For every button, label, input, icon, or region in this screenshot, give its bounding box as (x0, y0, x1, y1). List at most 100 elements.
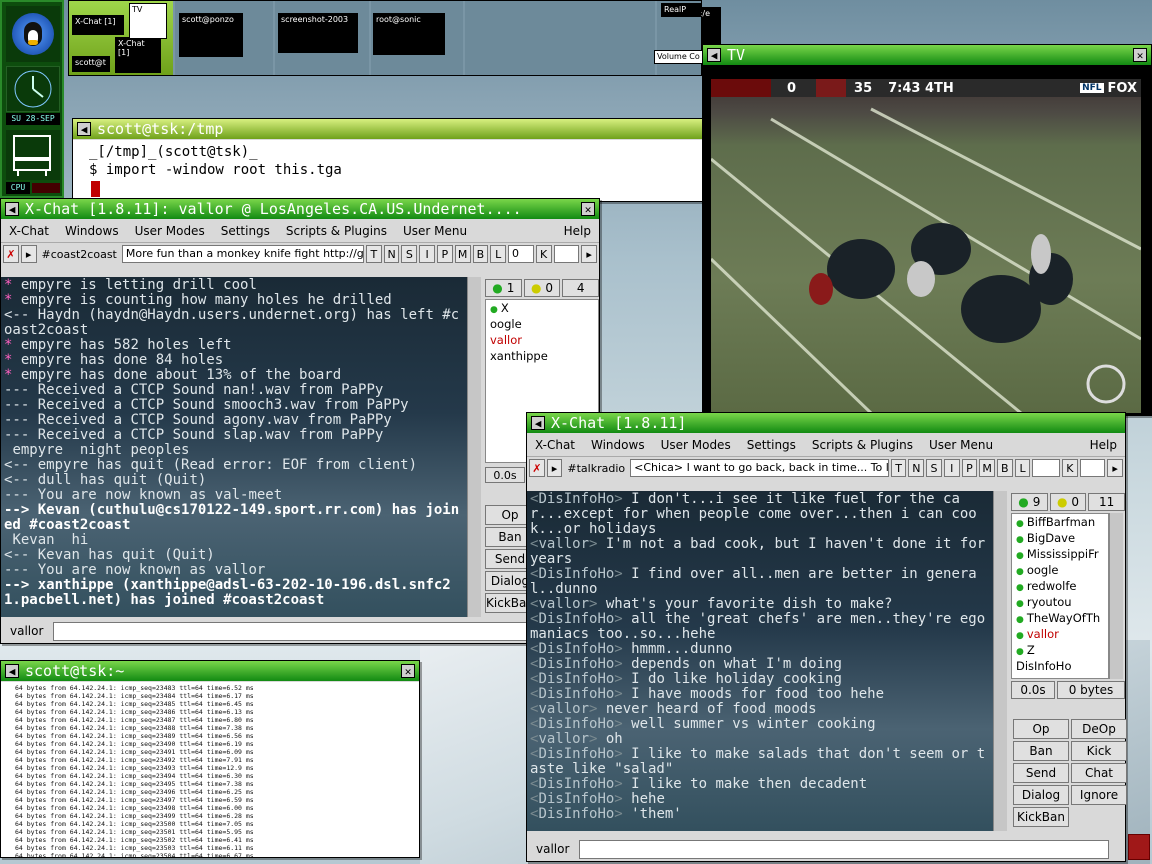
message-input[interactable] (53, 621, 596, 641)
user-list-item[interactable]: ● oogle (1012, 562, 1108, 578)
chat-log[interactable]: * empyre is letting drill cool * empyre i… (1, 277, 467, 617)
user-list-item[interactable]: xanthippe (486, 348, 598, 364)
mode-s-button[interactable]: S (401, 245, 418, 263)
line-nick[interactable]: vallor (538, 536, 589, 552)
terminal-tmp-titlebar[interactable]: ◀ scott@tsk:/tmp (73, 119, 703, 139)
user-list-item[interactable]: ● TheWayOfTh (1012, 610, 1108, 626)
mode-l-button[interactable]: L (490, 245, 507, 263)
pager-desk-2[interactable]: scott@ponzo (175, 1, 273, 75)
line-nick[interactable]: DisInfoHo (538, 671, 614, 687)
menu-windows[interactable]: Windows (57, 224, 127, 238)
topic-field[interactable]: More fun than a monkey knife fight http:… (121, 245, 364, 263)
mode-t-button[interactable]: T (890, 459, 907, 477)
line-nick[interactable]: DisInfoHo (538, 791, 614, 807)
menu-user-modes[interactable]: User Modes (127, 224, 213, 238)
send-button[interactable]: Send (1013, 763, 1069, 783)
user-list-item[interactable]: ● BiffBarfman (1012, 514, 1108, 530)
user-list-item[interactable]: ● BigDave (1012, 530, 1108, 546)
window-menu-icon[interactable]: ◀ (707, 48, 721, 62)
detach-icon[interactable]: ▸ (20, 245, 37, 263)
close-tab-icon[interactable]: ✗ (3, 245, 19, 263)
user-list-item[interactable]: ● Z (1012, 642, 1108, 658)
xchat-window-1[interactable]: ◀ X-Chat [1.8.11]: vallor @ LosAngeles.C… (0, 198, 600, 644)
close-icon[interactable]: ✕ (401, 664, 415, 678)
close-icon[interactable]: ✕ (581, 202, 595, 216)
line-nick[interactable]: vallor (538, 731, 589, 747)
line-nick[interactable]: DisInfoHo (538, 746, 614, 762)
user-list-item[interactable]: oogle (486, 316, 598, 332)
menu-help[interactable]: Help (1082, 438, 1125, 452)
line-nick[interactable]: vallor (538, 596, 589, 612)
limit-field[interactable] (1032, 459, 1060, 477)
op-button[interactable]: Op (1013, 719, 1069, 739)
close-icon[interactable]: ✕ (1133, 48, 1147, 62)
menu-settings[interactable]: Settings (739, 438, 804, 452)
ping-output[interactable]: 64 bytes from 64.142.24.1: icmp_seq=2348… (1, 682, 419, 857)
message-input[interactable] (579, 839, 1110, 859)
chat-scrollbar[interactable] (467, 277, 481, 617)
mode-n-button[interactable]: N (383, 245, 400, 263)
ignore-button[interactable]: Ignore (1071, 785, 1127, 805)
line-nick[interactable]: DisInfoHo (538, 566, 614, 582)
close-tab-icon[interactable]: ✗ (529, 459, 545, 477)
mode-b-button[interactable]: B (996, 459, 1013, 477)
linux-penguin-icon[interactable] (6, 6, 60, 62)
ping-terminal-window[interactable]: ◀ scott@tsk:~ ✕ 64 bytes from 64.142.24.… (0, 660, 420, 858)
mode-m-button[interactable]: M (454, 245, 471, 263)
menu-windows[interactable]: Windows (583, 438, 653, 452)
mode-i-button[interactable]: I (419, 245, 435, 263)
tray-icon[interactable] (1128, 834, 1150, 860)
line-nick[interactable]: DisInfoHo (538, 806, 614, 822)
limit-field[interactable]: 0 (508, 245, 534, 263)
tv-window[interactable]: ◀ TV ✕ 0 35 7:43 4TH NFL FOX (702, 44, 1152, 416)
pager-desk-4[interactable]: root@sonic (371, 1, 463, 75)
line-nick[interactable]: DisInfoHo (538, 716, 614, 732)
window-menu-icon[interactable]: ◀ (77, 122, 91, 136)
line-nick[interactable]: DisInfoHo (538, 641, 614, 657)
tv-titlebar[interactable]: ◀ TV ✕ (703, 45, 1151, 65)
arrow-right-icon[interactable]: ▸ (1107, 459, 1123, 477)
ping-titlebar[interactable]: ◀ scott@tsk:~ ✕ (1, 661, 419, 681)
menu-xchat[interactable]: X-Chat (1, 224, 57, 238)
desktop-pager[interactable]: X-Chat [1] X-Chat [1] TV scott@t scott@p… (68, 0, 721, 76)
nick-label[interactable]: vallor (530, 842, 575, 856)
mode-b-button[interactable]: B (472, 245, 489, 263)
mode-n-button[interactable]: N (908, 459, 925, 477)
pager-desk-1[interactable]: X-Chat [1] X-Chat [1] TV scott@t (69, 1, 173, 75)
window-menu-icon[interactable]: ◀ (531, 416, 545, 430)
menu-xchat[interactable]: X-Chat (527, 438, 583, 452)
mode-i-button[interactable]: I (943, 459, 960, 477)
kickban-button[interactable]: KickBan (1013, 807, 1069, 827)
menu-help[interactable]: Help (556, 224, 599, 238)
menu-user-menu[interactable]: User Menu (921, 438, 1001, 452)
user-list-item[interactable]: DisInfoHo (1012, 658, 1108, 674)
user-list-item[interactable]: ● redwolfe (1012, 578, 1108, 594)
menu-user-modes[interactable]: User Modes (653, 438, 739, 452)
key-field[interactable] (553, 245, 580, 263)
ban-button[interactable]: Ban (1013, 741, 1069, 761)
computer-icon[interactable] (6, 130, 60, 180)
user-list[interactable]: ● BiffBarfman ● BigDave ● MississippiFr ● oogle… (1011, 513, 1109, 679)
key-field[interactable] (1079, 459, 1106, 477)
mode-k-button[interactable]: K (535, 245, 552, 263)
window-menu-icon[interactable]: ◀ (5, 664, 19, 678)
chat-log[interactable]: <DisInfoHo> I don't...i see it like fuel… (527, 491, 993, 831)
mode-m-button[interactable]: M (979, 459, 995, 477)
line-nick[interactable]: vallor (538, 701, 589, 717)
userlist-scrollbar[interactable] (1109, 513, 1123, 679)
mode-l-button[interactable]: L (1014, 459, 1031, 477)
chat-button[interactable]: Chat (1071, 763, 1127, 783)
arrow-right-icon[interactable]: ▸ (581, 245, 597, 263)
user-list-item[interactable]: ● ryoutou (1012, 594, 1108, 610)
pager-desk-3[interactable]: screenshot-2003 (275, 1, 369, 75)
mode-t-button[interactable]: T (365, 245, 382, 263)
terminal-tmp-window[interactable]: ◀ scott@tsk:/tmp _[/tmp]_(scott@tsk)_ $ … (72, 118, 704, 202)
window-menu-icon[interactable]: ◀ (5, 202, 19, 216)
detach-icon[interactable]: ▸ (546, 459, 563, 477)
xchat-titlebar[interactable]: ◀ X-Chat [1.8.11]: vallor @ LosAngeles.C… (1, 199, 599, 219)
pager-desk-5[interactable]: scott@tsk:/e (465, 1, 721, 75)
user-list-item[interactable]: ● X (486, 300, 598, 316)
menu-scripts-plugins[interactable]: Scripts & Plugins (278, 224, 395, 238)
xchat-titlebar[interactable]: ◀ X-Chat [1.8.11] (527, 413, 1125, 433)
user-list-item[interactable]: ● vallor (1012, 626, 1108, 642)
